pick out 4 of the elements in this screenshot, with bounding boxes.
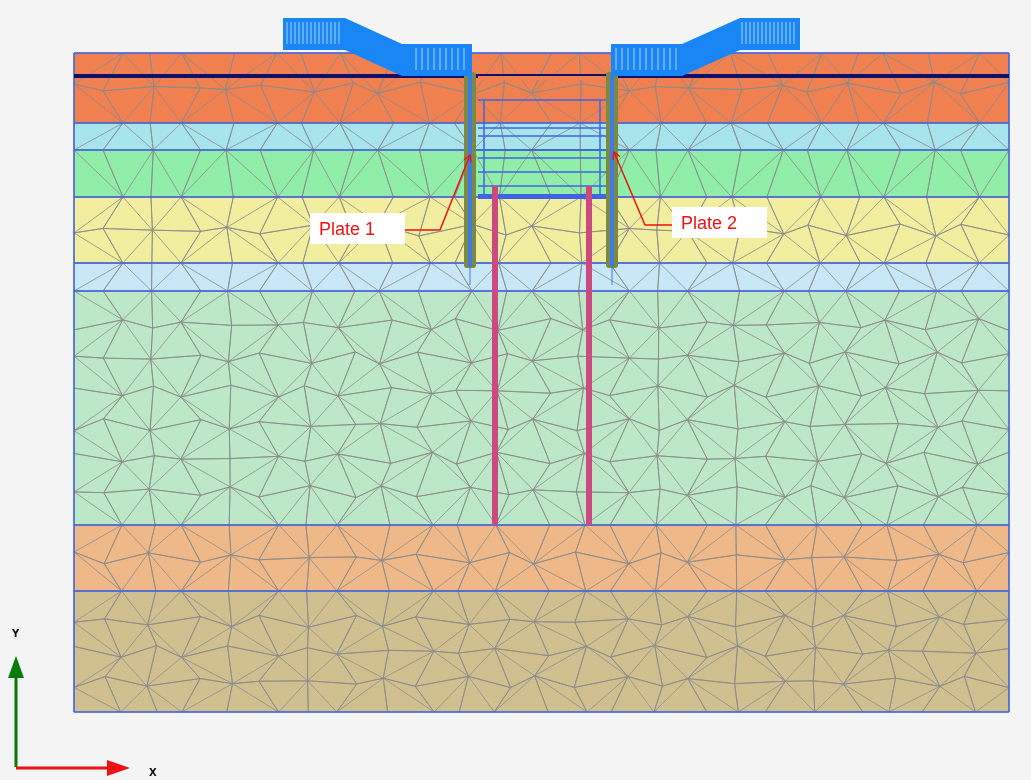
plate-label: Plate 1 [319,219,376,239]
x-axis-label: X [149,767,157,778]
y-axis-label: Y [12,628,20,639]
plate-label: Plate 2 [681,213,738,233]
